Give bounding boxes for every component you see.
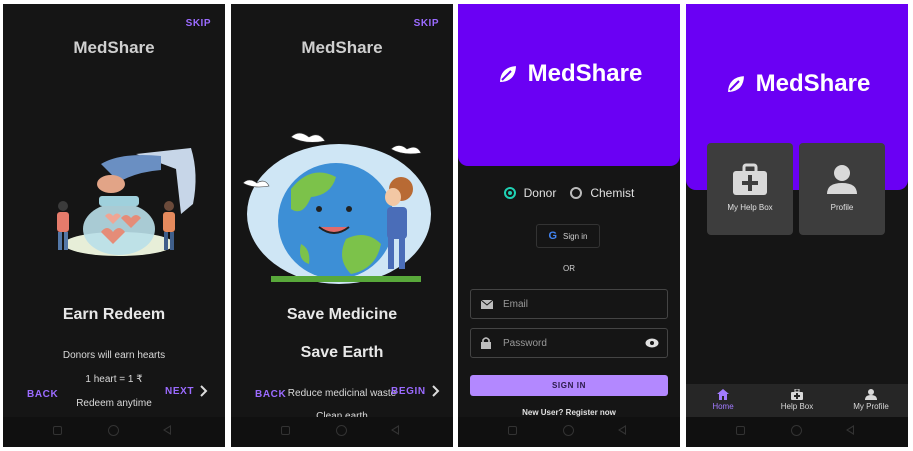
user-type-radio-group: Donor Chemist — [458, 186, 680, 200]
leaf-icon — [725, 73, 746, 94]
home-system-icon[interactable] — [336, 425, 347, 436]
email-placeholder: Email — [503, 298, 529, 310]
email-field[interactable]: Email — [470, 289, 668, 319]
nav-home[interactable]: Home — [686, 384, 760, 418]
next-label: NEXT — [165, 385, 195, 397]
eye-icon[interactable] — [645, 338, 659, 348]
slide-heading-2: Save Earth — [300, 344, 384, 361]
slide-line-2: 1 heart = 1 ₹ — [85, 374, 143, 385]
person-icon — [865, 389, 877, 400]
donation-jar-illustration — [57, 148, 196, 256]
home-icon — [717, 389, 729, 400]
back-system-icon[interactable] — [846, 425, 854, 435]
home-screen: MedShare My Help Box Profile Home Help B… — [686, 4, 908, 447]
slide-line-1: Donors will earn hearts — [62, 350, 166, 361]
onboarding-screen-earn-redeem: SKIP MedShare Earn Redeem Donors will ea… — [3, 4, 225, 447]
google-signin-button[interactable]: G Sign in — [536, 224, 600, 248]
system-nav-bar — [686, 417, 908, 447]
donor-label: Donor — [523, 186, 557, 200]
mail-icon — [481, 299, 493, 309]
app-title: MedShare — [301, 38, 383, 57]
nav-help-box-label: Help Box — [780, 402, 814, 411]
my-help-box-tile[interactable]: My Help Box — [707, 143, 793, 235]
lock-icon — [481, 337, 491, 349]
medical-kit-icon — [733, 163, 767, 195]
app-title: MedShare — [73, 38, 155, 57]
nav-my-profile[interactable]: My Profile — [834, 384, 908, 418]
donor-radio[interactable] — [503, 187, 516, 199]
chevron-right-icon — [200, 385, 208, 397]
register-link[interactable]: New User? Register now — [458, 408, 680, 417]
password-placeholder: Password — [503, 337, 547, 349]
or-divider: OR — [563, 264, 575, 273]
person-icon — [827, 165, 857, 194]
chemist-label: Chemist — [590, 186, 635, 200]
brand-name: MedShare — [755, 70, 871, 97]
nav-my-profile-label: My Profile — [853, 402, 889, 411]
next-button[interactable]: NEXT — [165, 385, 208, 397]
google-signin-label: Sign in — [563, 231, 588, 241]
nav-help-box[interactable]: Help Box — [760, 384, 834, 418]
profile-tile[interactable]: Profile — [799, 143, 885, 235]
system-nav-bar — [3, 417, 225, 447]
back-button[interactable]: BACK — [255, 389, 286, 400]
back-button[interactable]: BACK — [27, 389, 58, 400]
brand-header: MedShare — [458, 4, 680, 166]
medical-kit-icon — [791, 388, 803, 400]
slide-heading: Earn Redeem — [62, 306, 166, 323]
recents-icon[interactable] — [508, 426, 517, 435]
google-icon: G — [548, 230, 558, 242]
system-nav-bar — [458, 417, 680, 447]
back-system-icon[interactable] — [163, 425, 171, 435]
skip-button[interactable]: SKIP — [414, 18, 439, 29]
begin-label: BEGIN — [391, 385, 426, 397]
tile-label-help-box: My Help Box — [727, 203, 773, 212]
onboarding-screen-save-medicine: SKIP MedShare Save Medicine Save Earth R… — [231, 4, 453, 447]
earth-girl-illustration — [242, 132, 431, 284]
back-system-icon[interactable] — [391, 425, 399, 435]
recents-icon[interactable] — [736, 426, 745, 435]
brand-logo: MedShare — [458, 60, 680, 88]
recents-icon[interactable] — [53, 426, 62, 435]
home-system-icon[interactable] — [791, 425, 802, 436]
skip-button[interactable]: SKIP — [186, 18, 211, 29]
slide-heading-1: Save Medicine — [286, 306, 398, 323]
home-system-icon[interactable] — [108, 425, 119, 436]
nav-home-label: Home — [712, 402, 734, 411]
system-nav-bar — [231, 417, 453, 447]
home-system-icon[interactable] — [563, 425, 574, 436]
brand-name: MedShare — [527, 60, 643, 87]
recents-icon[interactable] — [281, 426, 290, 435]
password-field[interactable]: Password — [470, 328, 668, 358]
brand-logo: MedShare — [686, 70, 908, 98]
back-system-icon[interactable] — [618, 425, 626, 435]
chemist-radio[interactable] — [570, 187, 583, 199]
tile-label-profile: Profile — [830, 203, 854, 212]
sign-in-button[interactable]: SIGN IN — [470, 375, 668, 396]
leaf-icon — [497, 63, 518, 84]
bottom-navigation: Home Help Box My Profile — [686, 384, 908, 418]
begin-button[interactable]: BEGIN — [391, 385, 440, 397]
chevron-right-icon — [431, 385, 440, 397]
login-screen: MedShare Donor Chemist G Sign in OR Emai… — [458, 4, 680, 447]
